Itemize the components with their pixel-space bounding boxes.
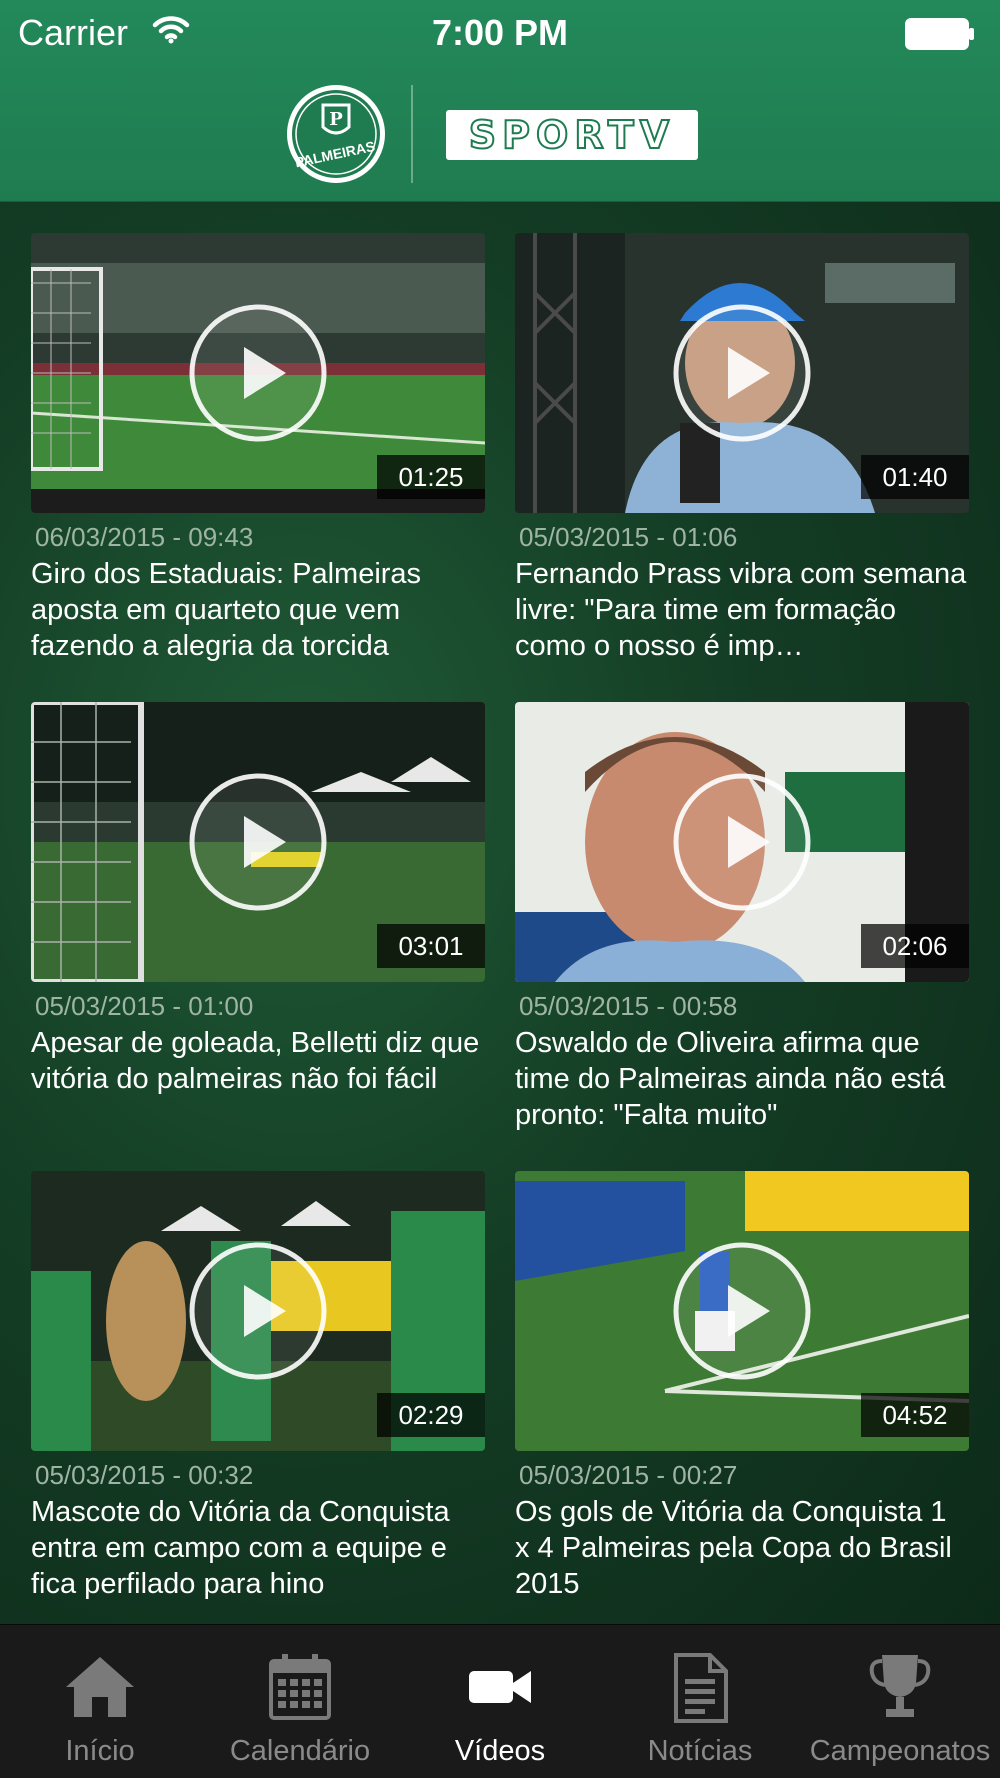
video-title[interactable]: Os gols de Vitória da Conquista 1 x 4 Pa…	[515, 1494, 969, 1602]
video-list: 01:25 06/03/2015 - 09:43 Giro dos Estadu…	[0, 202, 1000, 1624]
video-duration: 04:52	[861, 1393, 969, 1437]
video-duration: 01:40	[861, 455, 969, 499]
video-duration: 03:01	[377, 924, 485, 968]
tab-label: Início	[65, 1735, 135, 1767]
header-divider	[411, 85, 413, 183]
tab-label: Notícias	[647, 1735, 753, 1767]
video-title[interactable]: Mascote do Vitória da Conquista entra em…	[31, 1494, 485, 1602]
video-title[interactable]: Oswaldo de Oliveira afirma que time do P…	[515, 1025, 969, 1133]
video-card[interactable]: 03:01 05/03/2015 - 01:00 Apesar de golea…	[31, 702, 485, 1133]
status-bar: Carrier 7:00 PM	[0, 0, 1000, 68]
svg-text:P: P	[329, 109, 343, 130]
video-camera-icon	[469, 1671, 531, 1703]
tab-label: Campeonatos	[809, 1735, 991, 1767]
video-title[interactable]: Apesar de goleada, Belletti diz que vitó…	[31, 1025, 485, 1133]
video-duration: 02:29	[377, 1393, 485, 1437]
play-icon[interactable]	[188, 772, 328, 912]
video-thumbnail[interactable]: 02:06	[515, 702, 969, 982]
video-card[interactable]: 01:40 05/03/2015 - 01:06 Fernando Prass …	[515, 233, 969, 664]
palmeiras-logo: P PALMEIRAS	[287, 85, 385, 183]
tab-calendario[interactable]: Calendário	[200, 1625, 400, 1778]
video-thumbnail[interactable]: 02:29	[31, 1171, 485, 1451]
tab-bar: Início Calendário Vídeos Notícias Campeo…	[0, 1624, 1000, 1778]
tab-campeonatos[interactable]: Campeonatos	[800, 1625, 1000, 1778]
tab-noticias[interactable]: Notícias	[600, 1625, 800, 1778]
video-title[interactable]: Giro dos Estaduais: Palmeiras aposta em …	[31, 556, 485, 664]
video-thumbnail[interactable]: 03:01	[31, 702, 485, 982]
video-date: 05/03/2015 - 00:27	[519, 1460, 738, 1490]
play-icon[interactable]	[188, 1241, 328, 1381]
app-header: Carrier 7:00 PM P PALMEIRAS SPORTV	[0, 0, 1000, 202]
play-icon[interactable]	[188, 303, 328, 443]
video-date: 05/03/2015 - 00:58	[519, 991, 738, 1021]
calendar-icon	[269, 1654, 331, 1720]
tab-label: Vídeos	[454, 1735, 546, 1767]
tab-inicio[interactable]: Início	[0, 1625, 200, 1778]
status-time: 7:00 PM	[431, 12, 569, 53]
video-thumbnail[interactable]: 04:52	[515, 1171, 969, 1451]
video-thumbnail[interactable]: 01:25	[31, 233, 485, 513]
news-icon	[674, 1653, 728, 1723]
play-icon[interactable]	[672, 1241, 812, 1381]
video-card[interactable]: 02:29 05/03/2015 - 00:32 Mascote do Vitó…	[31, 1171, 485, 1602]
video-date: 05/03/2015 - 01:06	[519, 522, 738, 552]
app-screen: Carrier 7:00 PM P PALMEIRAS SPORTV 01:25…	[0, 0, 1000, 1778]
home-icon	[66, 1657, 134, 1717]
video-duration: 02:06	[861, 924, 969, 968]
tab-videos[interactable]: Vídeos	[400, 1625, 600, 1778]
video-card[interactable]: 01:25 06/03/2015 - 09:43 Giro dos Estadu…	[31, 233, 485, 664]
video-title[interactable]: Fernando Prass vibra com semana livre: "…	[515, 556, 969, 664]
video-date: 05/03/2015 - 01:00	[35, 991, 254, 1021]
video-date: 06/03/2015 - 09:43	[35, 522, 254, 552]
video-thumbnail[interactable]: 01:40	[515, 233, 969, 513]
video-card[interactable]: 04:52 05/03/2015 - 00:27 Os gols de Vitó…	[515, 1171, 969, 1602]
video-date: 05/03/2015 - 00:32	[35, 1460, 254, 1490]
trophy-icon	[869, 1655, 931, 1717]
sportv-logo: SPORTV	[446, 110, 698, 160]
tab-label: Calendário	[229, 1735, 371, 1767]
play-icon[interactable]	[672, 303, 812, 443]
battery-icon	[905, 18, 974, 50]
video-duration: 01:25	[377, 455, 485, 499]
video-card[interactable]: 02:06 05/03/2015 - 00:58 Oswaldo de Oliv…	[515, 702, 969, 1133]
play-icon[interactable]	[672, 772, 812, 912]
